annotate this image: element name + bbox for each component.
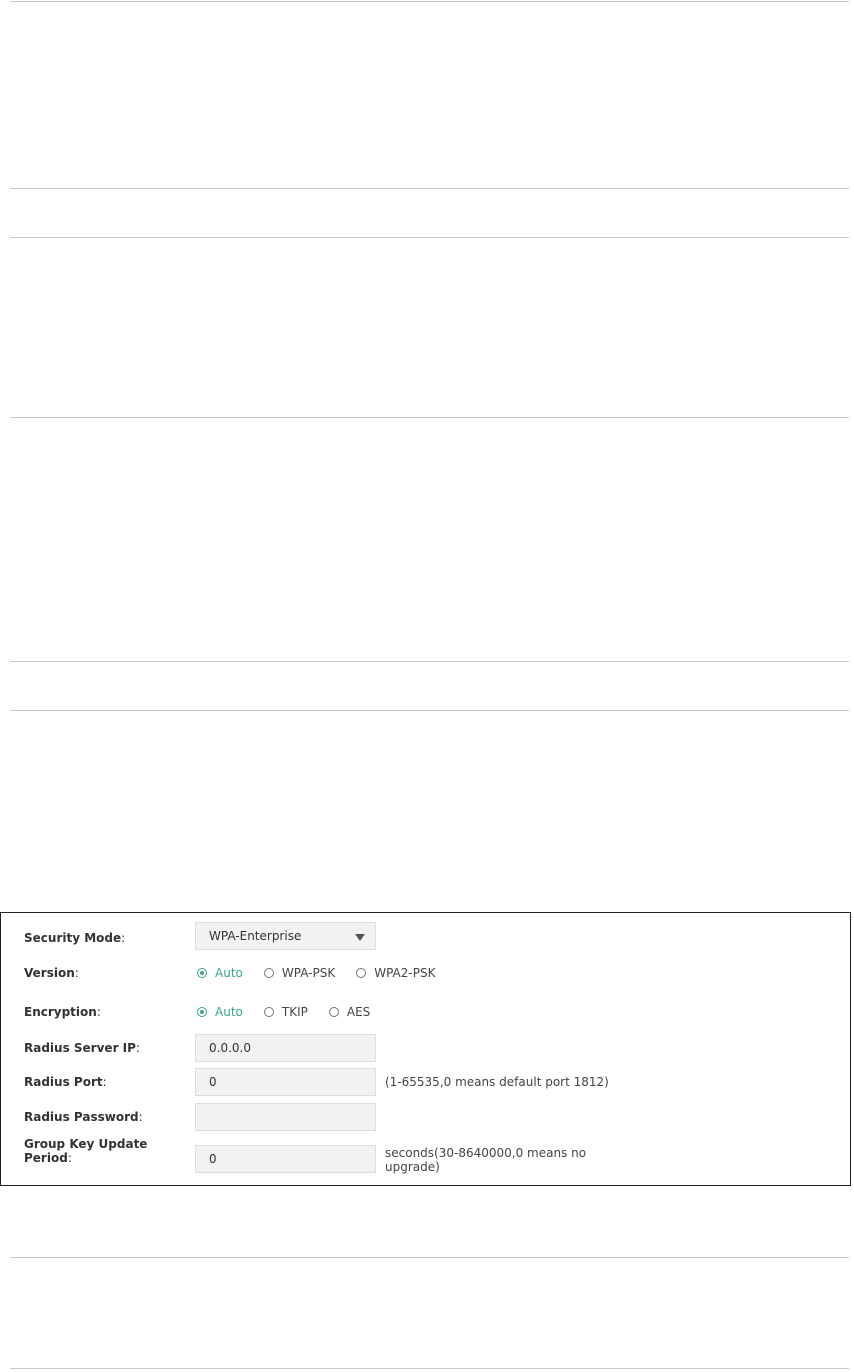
- divider-7: [10, 1257, 849, 1258]
- radio-icon: [197, 968, 207, 978]
- divider-6: [10, 710, 849, 711]
- divider-1: [10, 1, 849, 2]
- radius-port-label: Radius Port:: [24, 1075, 107, 1089]
- divider-5: [10, 661, 849, 662]
- radius-port-input[interactable]: 0: [195, 1068, 376, 1096]
- radius-password-label: Radius Password:: [24, 1110, 143, 1124]
- divider-2: [10, 188, 849, 189]
- security-mode-value: WPA-Enterprise: [209, 929, 302, 943]
- radio-icon: [263, 968, 274, 978]
- divider-3: [10, 237, 849, 238]
- encryption-radio-auto[interactable]: Auto: [197, 1005, 243, 1019]
- encryption-radio-aes[interactable]: AES: [328, 1005, 370, 1019]
- encryption-label: Encryption:: [24, 1005, 101, 1019]
- divider-8: [10, 1368, 849, 1369]
- version-radio-wpa-psk[interactable]: WPA-PSK: [263, 966, 335, 980]
- encryption-radio-tkip[interactable]: TKIP: [263, 1005, 308, 1019]
- radius-password-input[interactable]: [195, 1103, 376, 1131]
- version-label: Version:: [24, 966, 79, 980]
- radius-server-ip-label: Radius Server IP:: [24, 1041, 140, 1055]
- version-radio-group: Auto WPA-PSK WPA2-PSK: [197, 965, 456, 981]
- group-key-update-period-label: Group Key Update Period:: [24, 1137, 148, 1165]
- chevron-down-icon: [355, 934, 365, 941]
- security-mode-select[interactable]: WPA-Enterprise: [195, 922, 376, 950]
- wireless-security-panel: Security Mode: WPA-Enterprise Version: A…: [0, 912, 851, 1186]
- version-radio-auto[interactable]: Auto: [197, 966, 243, 980]
- radius-port-hint: (1-65535,0 means default port 1812): [385, 1075, 609, 1089]
- radio-icon: [263, 1007, 274, 1017]
- encryption-radio-group: Auto TKIP AES: [197, 1004, 391, 1020]
- security-mode-label: Security Mode:: [24, 931, 126, 945]
- group-key-update-period-input[interactable]: 0: [195, 1145, 376, 1173]
- radio-icon: [356, 968, 367, 978]
- radius-server-ip-input[interactable]: 0.0.0.0: [195, 1034, 376, 1062]
- divider-4: [10, 417, 849, 418]
- version-radio-wpa2-psk[interactable]: WPA2-PSK: [356, 966, 435, 980]
- radio-icon: [328, 1007, 339, 1017]
- radio-icon: [197, 1007, 207, 1017]
- group-key-update-period-hint: seconds(30-8640000,0 means no upgrade): [385, 1146, 587, 1174]
